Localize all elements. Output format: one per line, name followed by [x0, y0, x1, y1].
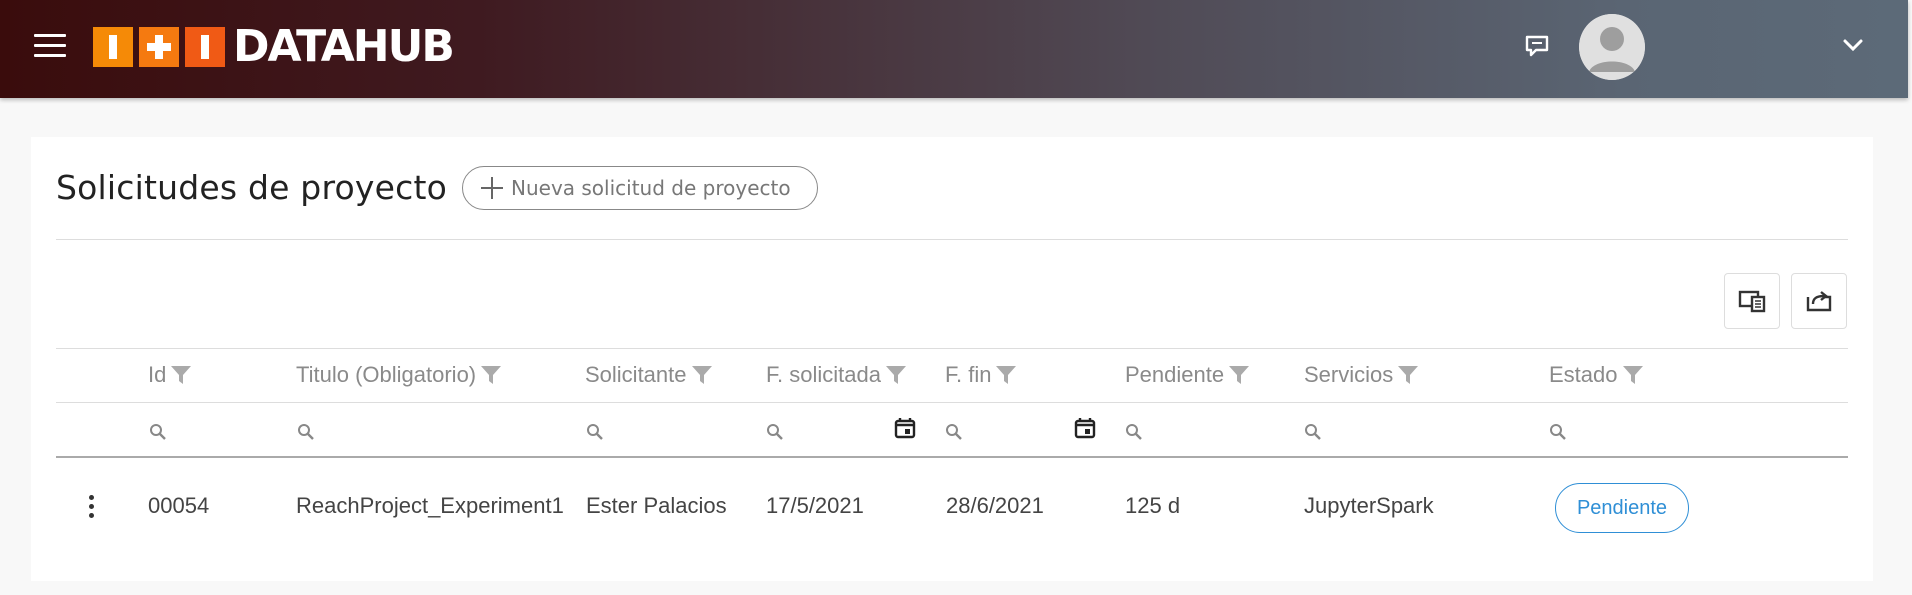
column-header-f-solicitada[interactable]: F. solicitada: [766, 350, 907, 400]
page-title: Solicitudes de proyecto: [56, 168, 447, 207]
cell-titulo: ReachProject_Experiment1: [296, 493, 564, 518]
search-icon[interactable]: [586, 423, 604, 441]
cell-pendiente: 125 d: [1125, 493, 1181, 518]
new-project-request-label: Nueva solicitud de proyecto: [511, 176, 791, 200]
calendar-icon[interactable]: [893, 416, 917, 440]
filter-funnel-icon[interactable]: [480, 364, 502, 386]
search-icon[interactable]: [766, 423, 784, 441]
column-header-f-fin[interactable]: F. fin: [945, 350, 1017, 400]
filter-funnel-icon[interactable]: [1228, 364, 1250, 386]
filter-row-border: [56, 456, 1848, 458]
cell-id: 00054: [148, 493, 210, 518]
logo-block-1: [93, 27, 133, 67]
plus-icon: [481, 177, 503, 199]
title-divider: [56, 239, 1848, 240]
search-icon[interactable]: [1125, 423, 1143, 441]
chevron-down-icon[interactable]: [1842, 38, 1864, 52]
search-icon[interactable]: [149, 423, 167, 441]
project-requests-card: Solicitudes de proyecto Nueva solicitud …: [31, 137, 1873, 581]
column-header-titulo[interactable]: Titulo (Obligatorio): [296, 350, 502, 400]
column-header-pendiente[interactable]: Pendiente: [1125, 350, 1250, 400]
column-chooser-button[interactable]: [1724, 273, 1780, 329]
column-label: Solicitante: [585, 362, 687, 387]
table-top-border: [56, 348, 1848, 349]
row-actions-kebab-icon[interactable]: [86, 495, 96, 521]
column-label: F. solicitada: [766, 362, 881, 387]
filter-funnel-icon[interactable]: [995, 364, 1017, 386]
status-badge[interactable]: Pendiente: [1555, 483, 1689, 533]
avatar-icon[interactable]: [1579, 14, 1645, 80]
logo-text: DATAHUB: [233, 21, 455, 72]
chat-icon[interactable]: [1524, 34, 1550, 58]
cell-f-solicitada: 17/5/2021: [766, 493, 864, 518]
filter-funnel-icon[interactable]: [691, 364, 713, 386]
filter-funnel-icon[interactable]: [1397, 364, 1419, 386]
search-icon[interactable]: [1549, 423, 1567, 441]
column-header-solicitante[interactable]: Solicitante: [585, 350, 713, 400]
calendar-icon[interactable]: [1073, 416, 1097, 440]
logo-block-3: [185, 27, 225, 67]
column-label: F. fin: [945, 362, 992, 387]
column-header-id[interactable]: Id: [148, 350, 192, 400]
datahub-logo[interactable]: DATAHUB: [93, 21, 455, 72]
new-project-request-button[interactable]: Nueva solicitud de proyecto: [462, 166, 818, 210]
column-label: Pendiente: [1125, 362, 1225, 387]
header-row-border: [56, 402, 1848, 403]
filter-funnel-icon[interactable]: [1622, 364, 1644, 386]
search-icon[interactable]: [297, 423, 315, 441]
top-app-bar: DATAHUB: [0, 0, 1908, 98]
search-icon[interactable]: [1304, 423, 1322, 441]
export-icon: [1806, 291, 1832, 312]
menu-icon[interactable]: [34, 34, 66, 60]
cell-solicitante: Ester Palacios: [586, 493, 727, 518]
export-button[interactable]: [1791, 273, 1847, 329]
cell-servicios: JupyterSpark: [1304, 493, 1434, 518]
cell-f-fin: 28/6/2021: [946, 493, 1044, 518]
column-label: Id: [148, 362, 167, 387]
search-icon[interactable]: [945, 423, 963, 441]
column-label: Servicios: [1304, 362, 1394, 387]
column-header-servicios[interactable]: Servicios: [1304, 350, 1419, 400]
filter-funnel-icon[interactable]: [170, 364, 192, 386]
column-label: Estado: [1549, 362, 1618, 387]
column-label: Titulo (Obligatorio): [296, 362, 477, 387]
column-header-estado[interactable]: Estado: [1549, 350, 1644, 400]
filter-funnel-icon[interactable]: [885, 364, 907, 386]
columns-icon: [1738, 290, 1766, 313]
logo-block-2: [139, 27, 179, 67]
